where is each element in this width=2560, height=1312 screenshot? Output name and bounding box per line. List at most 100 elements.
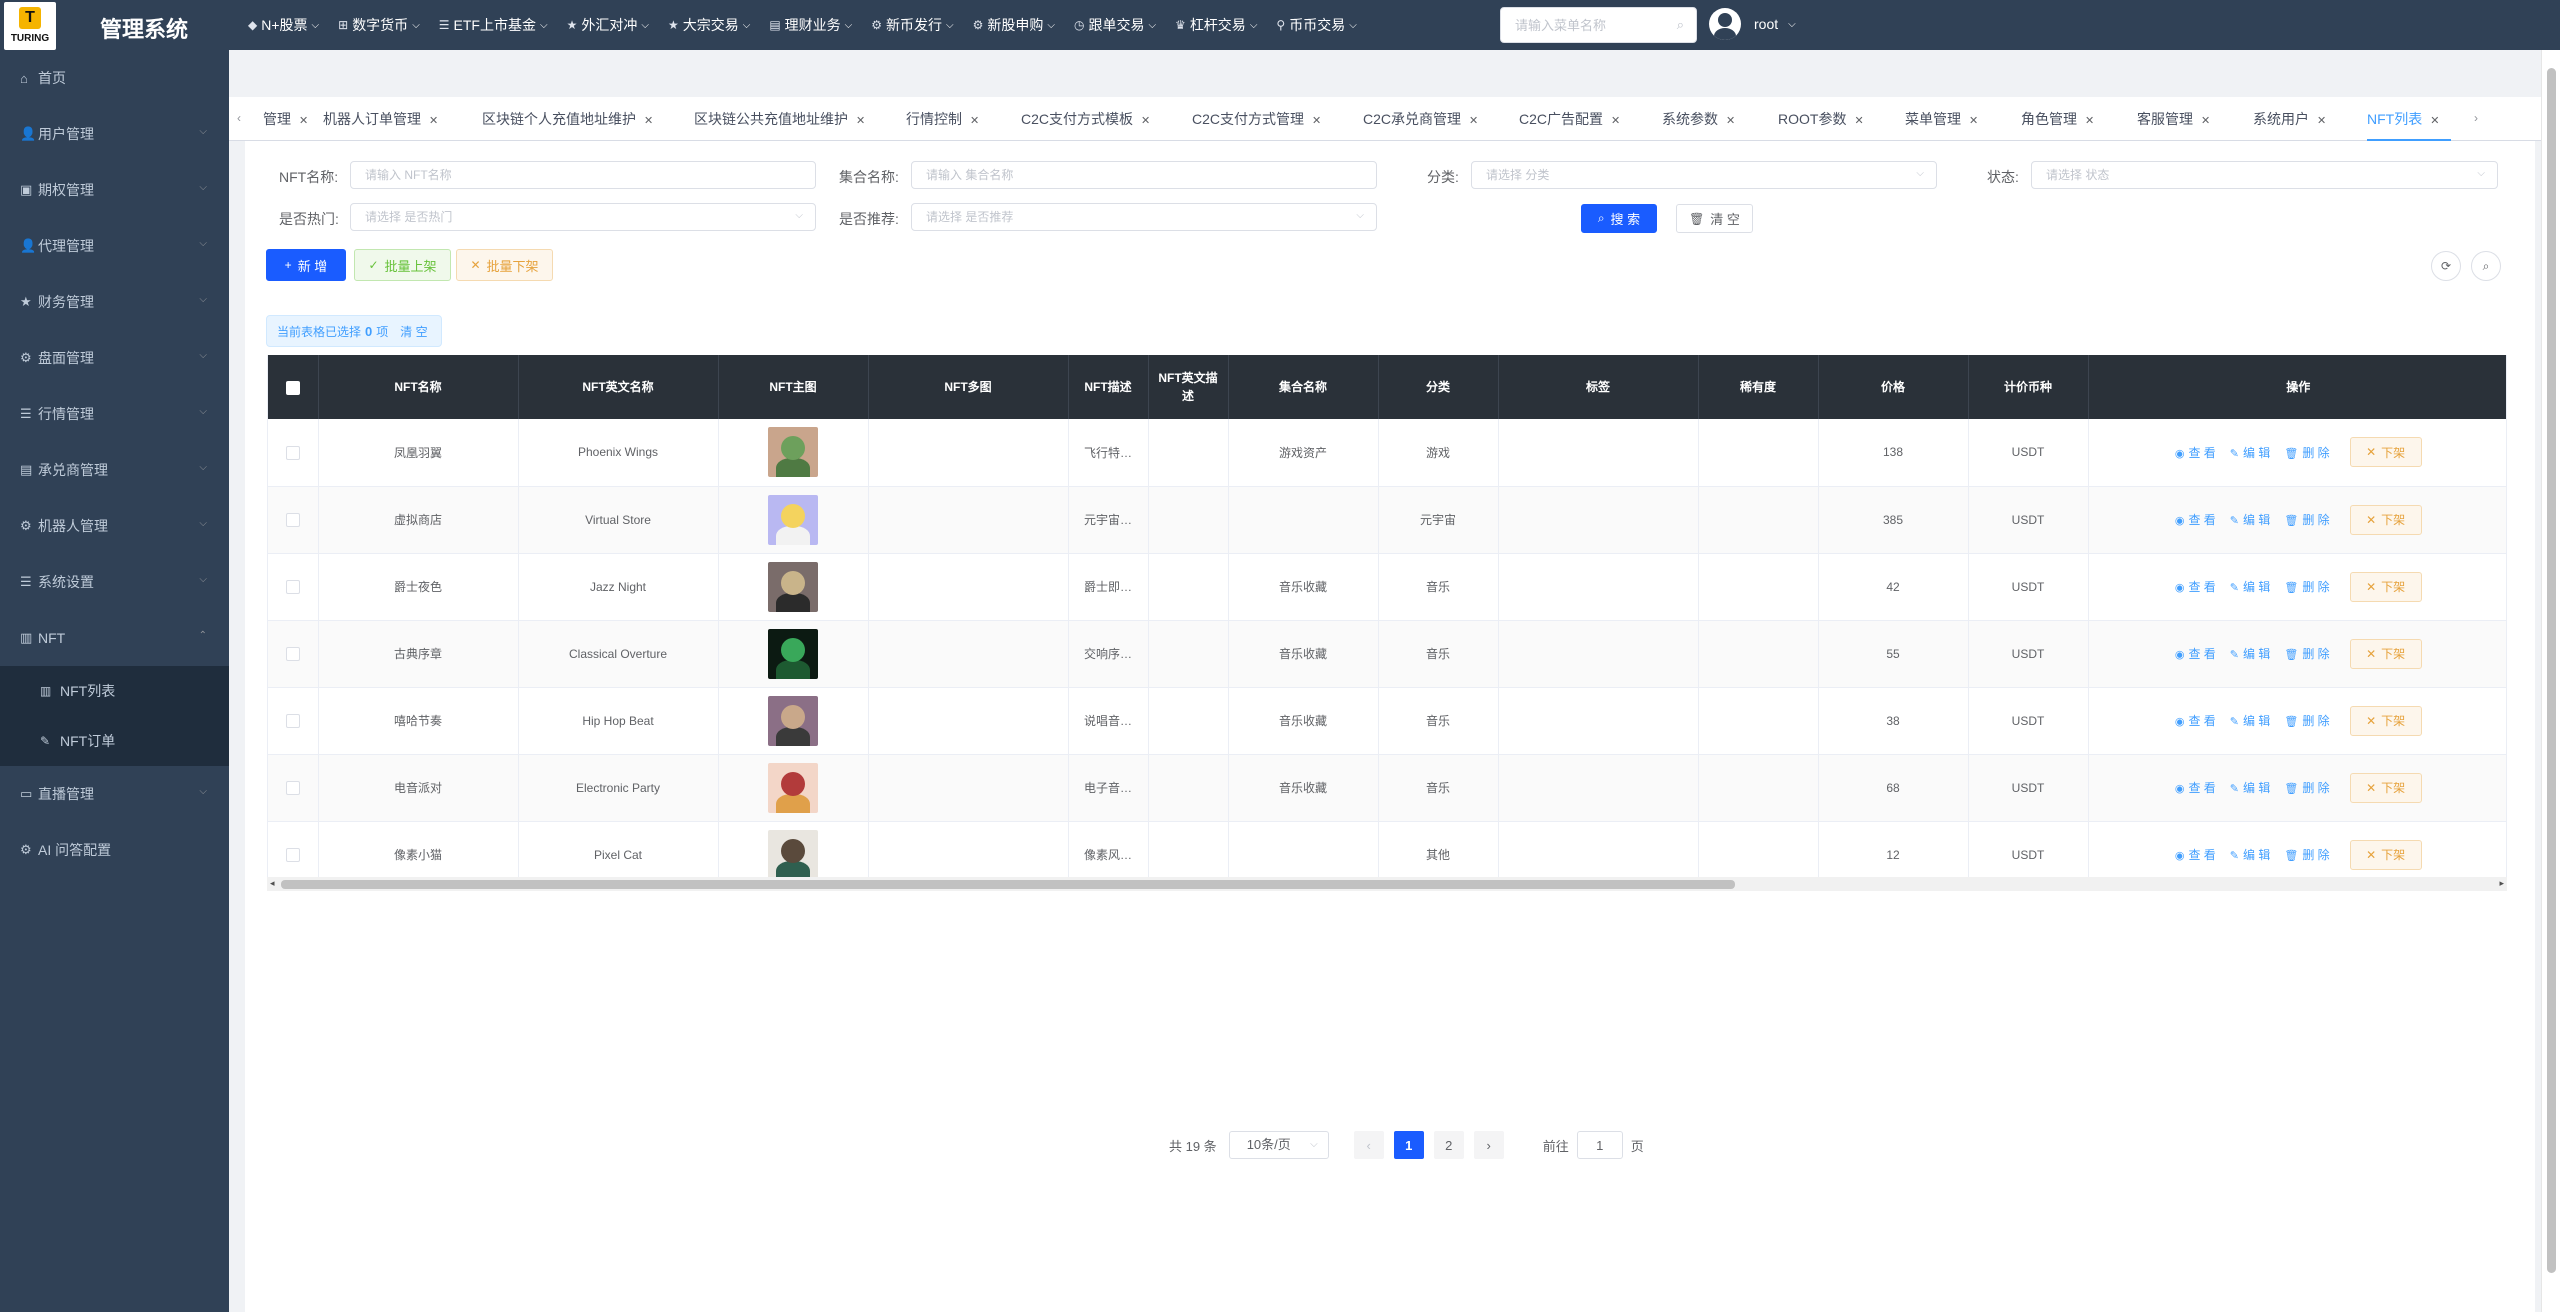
horizontal-scroll-thumb[interactable] [281,880,1735,889]
collection-name-field[interactable] [911,161,1377,189]
close-icon[interactable]: ✕ [1726,115,1735,127]
view-button[interactable]: ◉ 查 看 [2175,779,2216,796]
page-2-button[interactable]: 2 [1433,1131,1464,1159]
row-checkbox[interactable] [285,579,300,594]
topnav-item-4[interactable]: ★ 大宗交易 ⌵ [668,15,750,35]
scroll-left-icon[interactable]: ◂ [270,878,275,889]
close-icon[interactable]: ✕ [1141,115,1150,127]
tag-11[interactable]: 菜单管理 ✕ [1905,97,2021,141]
toggle-search-button[interactable]: ⌕ [2471,251,2501,281]
delete-button[interactable]: 🗑 删 除 [2284,712,2329,729]
close-icon[interactable]: ✕ [644,115,653,127]
close-icon[interactable]: ✕ [2430,115,2439,127]
delete-button[interactable]: 🗑 删 除 [2284,645,2329,662]
delete-button[interactable]: 🗑 删 除 [2284,578,2329,595]
sidebar-item-3[interactable]: 👤 代理管理 ⌵ [0,218,229,274]
take-down-button[interactable]: ✕ 下架 [2349,705,2422,736]
tag-4[interactable]: 行情控制 ✕ [906,97,1021,141]
sidebar-item-10[interactable]: ▥ NFT ⌃ [0,610,229,666]
refresh-button[interactable]: ⟳ [2431,251,2461,281]
nft-name-field[interactable] [350,161,816,189]
close-icon[interactable]: ✕ [1469,115,1478,127]
row-checkbox[interactable] [285,780,300,795]
take-down-button[interactable]: ✕ 下架 [2349,839,2422,870]
vertical-scrollbar[interactable] [2541,50,2560,1312]
sidebar-item-0[interactable]: ⌂ 首页 [0,50,229,106]
row-checkbox[interactable] [285,445,300,460]
sidebar-item-1[interactable]: 👤 用户管理 ⌵ [0,106,229,162]
nft-name-input[interactable] [351,162,769,188]
close-icon[interactable]: ✕ [1854,115,1863,127]
tag-14[interactable]: 系统用户 ✕ [2253,97,2367,141]
nft-thumbnail[interactable] [768,695,818,746]
edit-button[interactable]: ✎ 编 辑 [2230,511,2271,528]
sidebar-item-2[interactable]: ▣ 期权管理 ⌵ [0,162,229,218]
close-icon[interactable]: ✕ [970,115,979,127]
close-icon[interactable]: ✕ [856,115,865,127]
topnav-item-0[interactable]: ◆ N+股票 ⌵ [248,15,319,35]
page-1-button[interactable]: 1 [1393,1131,1424,1159]
nft-thumbnail[interactable] [768,494,818,545]
prev-page-button[interactable]: ‹ [1353,1131,1384,1159]
search-button[interactable]: ⌕ 搜 索 [1581,204,1657,233]
nft-thumbnail[interactable] [768,427,818,478]
category-select[interactable]: ⌵ [1471,161,1937,189]
delete-button[interactable]: 🗑 删 除 [2284,846,2329,863]
view-button[interactable]: ◉ 查 看 [2175,645,2216,662]
tag-5[interactable]: C2C支付方式模板 ✕ [1021,97,1192,141]
tag-2[interactable]: 区块链个人充值地址维护 ✕ [482,97,694,141]
sidebar-item-4[interactable]: ★ 财务管理 ⌵ [0,274,229,330]
sidebar-item-8[interactable]: ⚙ 机器人管理 ⌵ [0,498,229,554]
nft-thumbnail[interactable] [768,561,818,612]
topnav-item-5[interactable]: ▤ 理财业务 ⌵ [769,15,852,35]
nft-thumbnail[interactable] [768,762,818,813]
topnav-item-1[interactable]: ⊞ 数字货币 ⌵ [338,15,420,35]
close-icon[interactable]: ✕ [1611,115,1620,127]
take-down-button[interactable]: ✕ 下架 [2349,571,2422,602]
nft-thumbnail[interactable] [768,628,818,679]
take-down-button[interactable]: ✕ 下架 [2349,772,2422,803]
tag-13[interactable]: 客服管理 ✕ [2137,97,2253,141]
tag-1[interactable]: 机器人订单管理 ✕ [323,97,482,141]
sidebar-item-5[interactable]: ⚙ 盘面管理 ⌵ [0,330,229,386]
edit-button[interactable]: ✎ 编 辑 [2230,712,2271,729]
take-down-button[interactable]: ✕ 下架 [2349,437,2422,468]
edit-button[interactable]: ✎ 编 辑 [2230,444,2271,461]
view-button[interactable]: ◉ 查 看 [2175,846,2216,863]
view-button[interactable]: ◉ 查 看 [2175,511,2216,528]
reset-button[interactable]: 🗑 清 空 [1676,204,1753,233]
close-icon[interactable]: ✕ [2201,115,2210,127]
view-button[interactable]: ◉ 查 看 [2175,444,2216,461]
batch-up-button[interactable]: ✓ 批量上架 [354,249,451,281]
take-down-button[interactable]: ✕ 下架 [2349,504,2422,535]
row-checkbox[interactable] [285,646,300,661]
edit-button[interactable]: ✎ 编 辑 [2230,779,2271,796]
sidebar-item-after-1[interactable]: ⚙ AI 问答配置 [0,822,229,878]
topnav-item-2[interactable]: ☰ ETF上市基金 ⌵ [439,15,548,35]
is-hot-select[interactable]: ⌵ [350,203,816,231]
vertical-scroll-thumb[interactable] [2547,68,2556,1273]
is-recommended-select[interactable]: ⌵ [911,203,1377,231]
row-checkbox[interactable] [285,512,300,527]
avatar[interactable] [1709,8,1741,40]
row-checkbox[interactable] [285,847,300,862]
edit-button[interactable]: ✎ 编 辑 [2230,578,2271,595]
tag-7[interactable]: C2C承兑商管理 ✕ [1363,97,1519,141]
nft-thumbnail[interactable] [768,829,818,877]
batch-down-button[interactable]: ✕ 批量下架 [456,249,553,281]
sidebar-item-after-0[interactable]: ▭ 直播管理 ⌵ [0,766,229,822]
is-recommended-select-input[interactable] [912,204,1330,230]
topnav-item-3[interactable]: ★ 外汇对冲 ⌵ [567,15,649,35]
menu-search[interactable]: ⌕ [1500,7,1697,43]
delete-button[interactable]: 🗑 删 除 [2284,444,2329,461]
tag-15[interactable]: NFT列表 ✕ [2367,97,2451,141]
menu-search-input[interactable] [1501,8,1661,42]
chevron-left-icon[interactable]: ‹ [237,111,241,125]
category-select-input[interactable] [1472,162,1890,188]
status-select[interactable]: ⌵ [2031,161,2498,189]
page-size-select[interactable]: 10条/页 ⌵ [1228,1131,1329,1159]
status-select-input[interactable] [2032,162,2451,188]
user-menu[interactable]: root ⌵ [1709,8,1796,40]
sidebar-subitem-0[interactable]: ▥ NFT列表 [0,666,229,716]
scroll-right-icon[interactable]: ▸ [2499,878,2504,889]
